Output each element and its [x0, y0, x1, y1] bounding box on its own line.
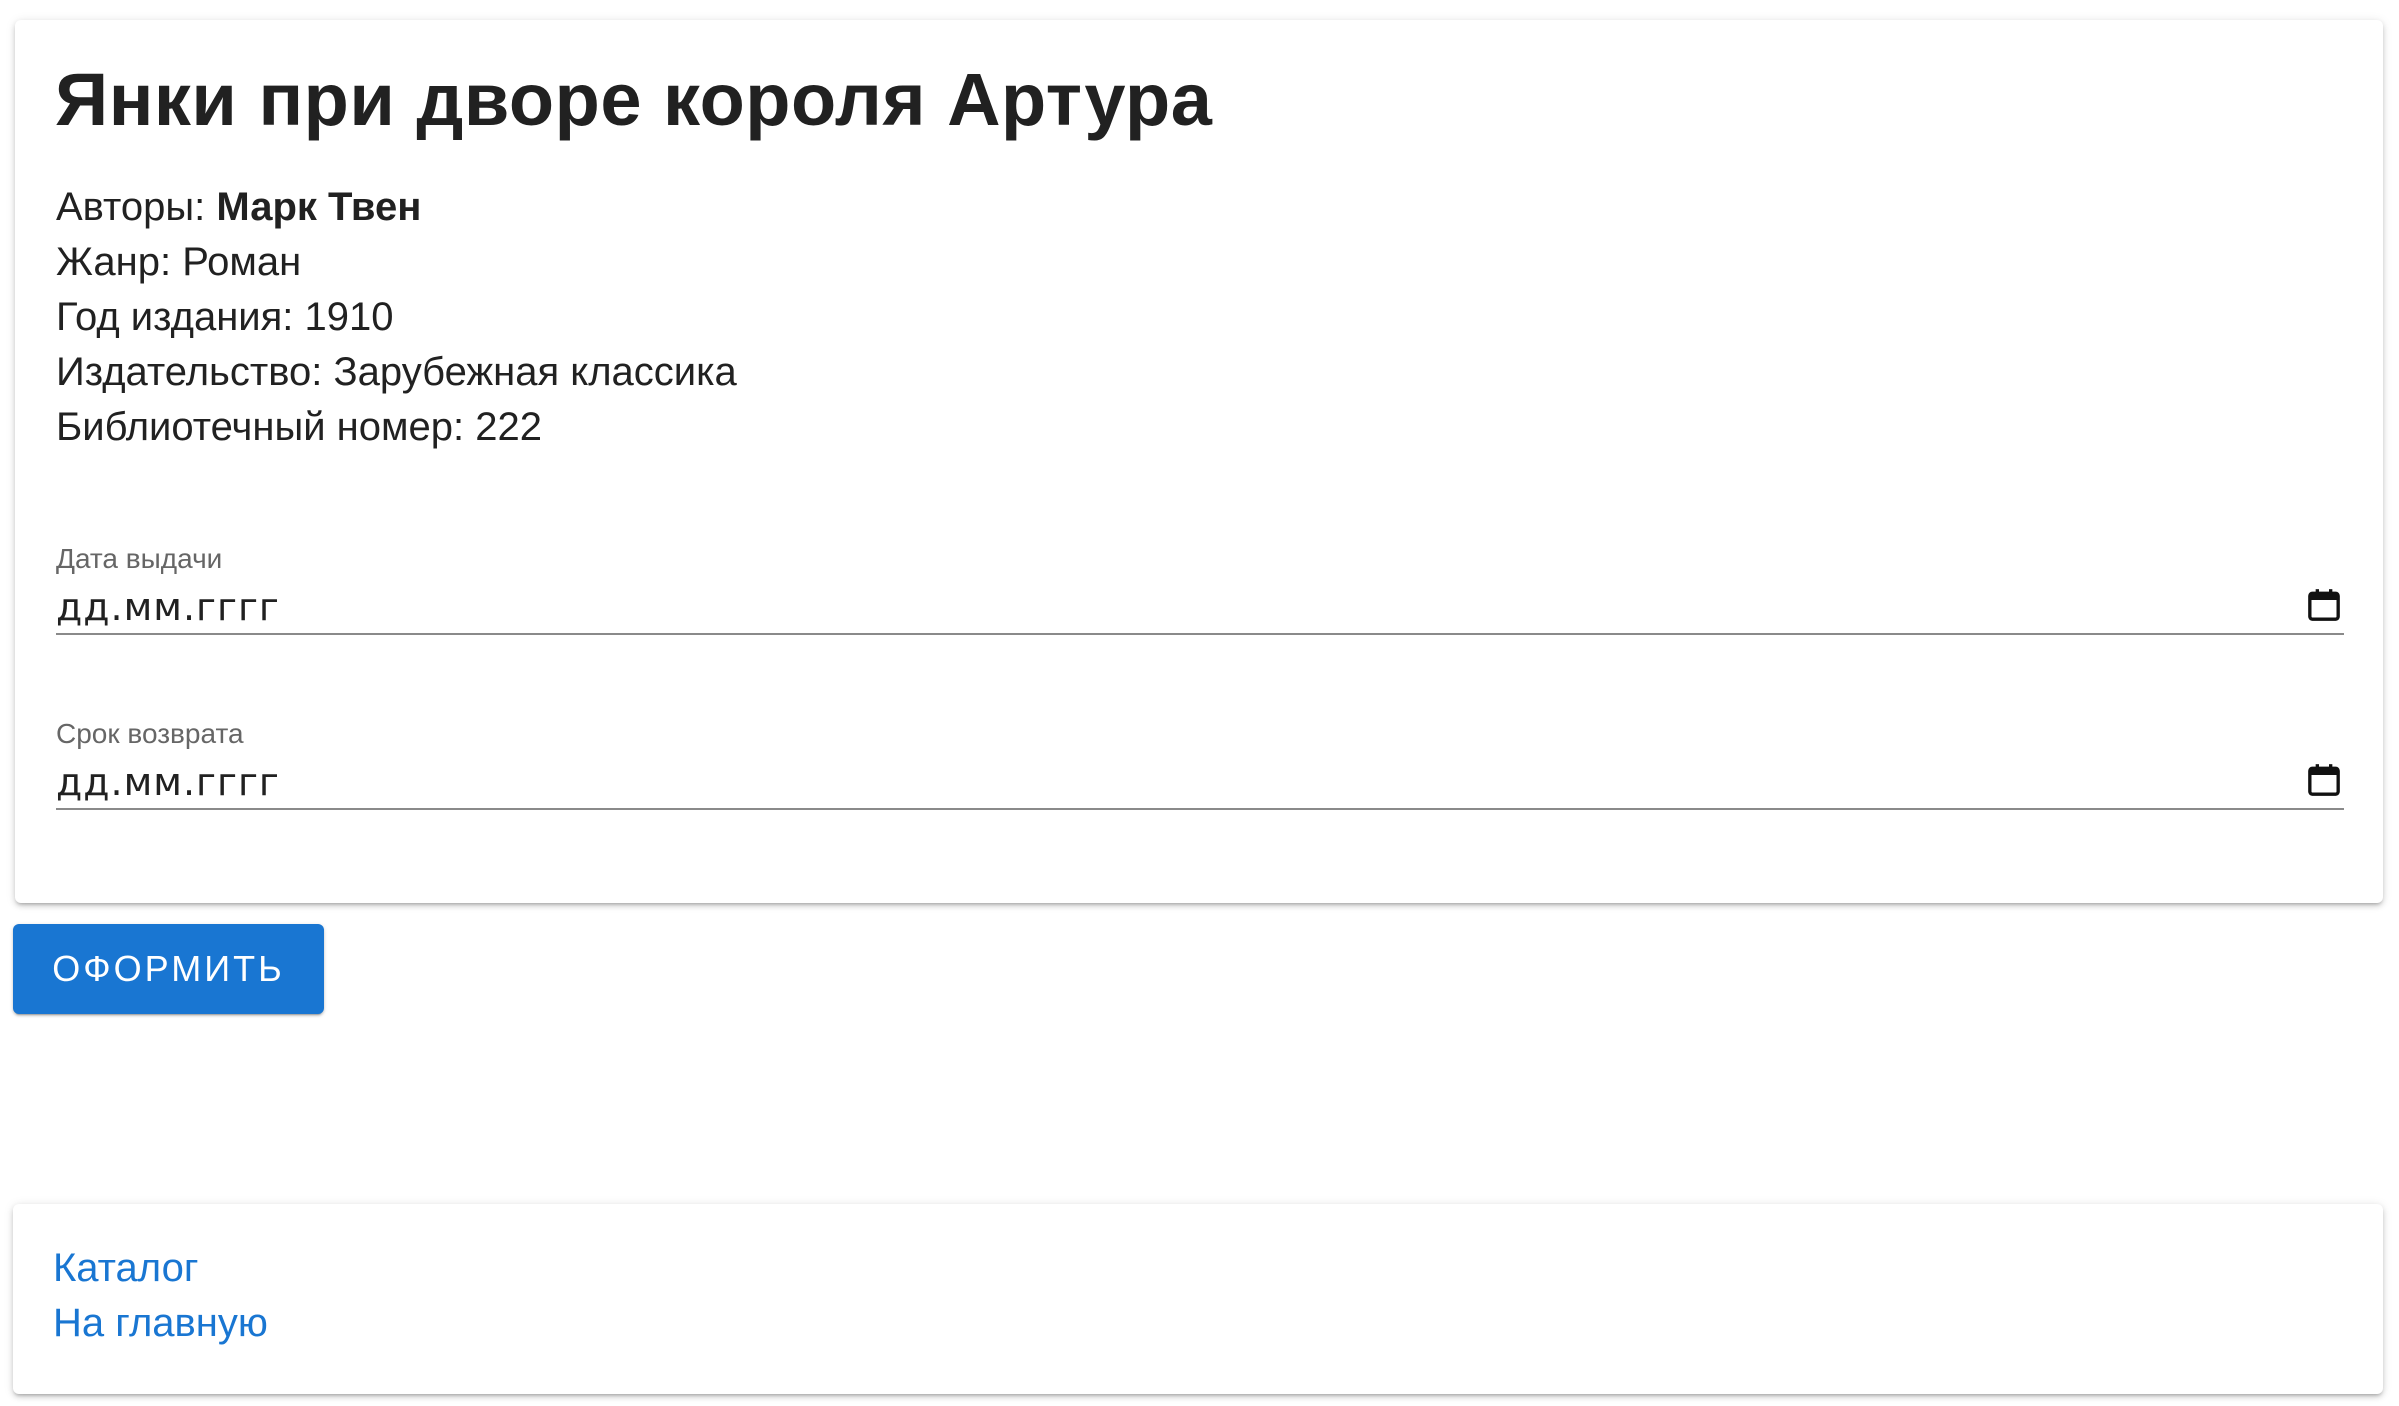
issue-date-input[interactable]: дд.мм.гггг	[56, 585, 280, 629]
year-label: Год издания:	[56, 295, 305, 339]
return-date-label: Срок возврата	[56, 718, 244, 749]
genre-label: Жанр:	[56, 240, 183, 284]
home-link[interactable]: На главную	[53, 1301, 268, 1346]
year-value: 1910	[304, 295, 394, 339]
authors-label: Авторы:	[56, 185, 217, 229]
publisher-label: Издательство:	[56, 350, 334, 394]
nav-card: Каталог На главную	[13, 1204, 2383, 1394]
genre-line: Жанр: Роман	[56, 235, 737, 290]
book-details: Авторы: Марк Твен Жанр: Роман Год издани…	[56, 180, 737, 455]
return-date-input[interactable]: дд.мм.гггг	[56, 760, 280, 804]
publisher-value: Зарубежная классика	[333, 350, 737, 394]
library-number-label: Библиотечный номер:	[56, 405, 476, 449]
calendar-icon[interactable]	[2304, 760, 2344, 800]
issue-date-label: Дата выдачи	[56, 543, 223, 574]
return-date-field[interactable]: Срок возврата дд.мм.гггг	[56, 698, 2344, 810]
publisher-line: Издательство: Зарубежная классика	[56, 345, 737, 400]
catalog-link[interactable]: Каталог	[53, 1246, 198, 1291]
book-title: Янки при дворе короля Артура	[55, 58, 1213, 141]
genre-value: Роман	[182, 240, 302, 284]
authors-value: Марк Твен	[216, 185, 422, 229]
book-card: Янки при дворе короля Артура Авторы: Мар…	[15, 20, 2383, 903]
library-number-value: 222	[475, 405, 542, 449]
authors-line: Авторы: Марк Твен	[56, 180, 737, 235]
submit-button[interactable]: ОФОРМИТЬ	[13, 924, 324, 1014]
library-number-line: Библиотечный номер: 222	[56, 400, 737, 455]
issue-date-field[interactable]: Дата выдачи дд.мм.гггг	[56, 523, 2344, 635]
year-line: Год издания: 1910	[56, 290, 737, 345]
calendar-icon[interactable]	[2304, 585, 2344, 625]
